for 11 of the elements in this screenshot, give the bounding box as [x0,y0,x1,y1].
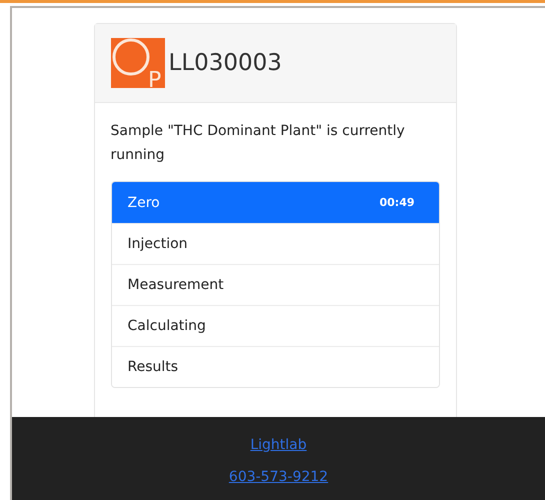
step-label: Calculating [128,318,206,334]
status-message: Sample "THC Dominant Plant" is currently running [110,122,406,165]
step-label: Zero [128,194,160,210]
footer-link[interactable]: 603-573-9212 [228,469,328,485]
step-label: Measurement [128,277,224,293]
step-label: Injection [128,236,188,252]
step-label: Results [128,359,178,375]
footer-link[interactable]: Lightlab [250,437,307,453]
step-timer: 00:49 [379,196,414,209]
device-id: LL030003 [168,50,282,76]
logo-icon: P [110,38,164,88]
